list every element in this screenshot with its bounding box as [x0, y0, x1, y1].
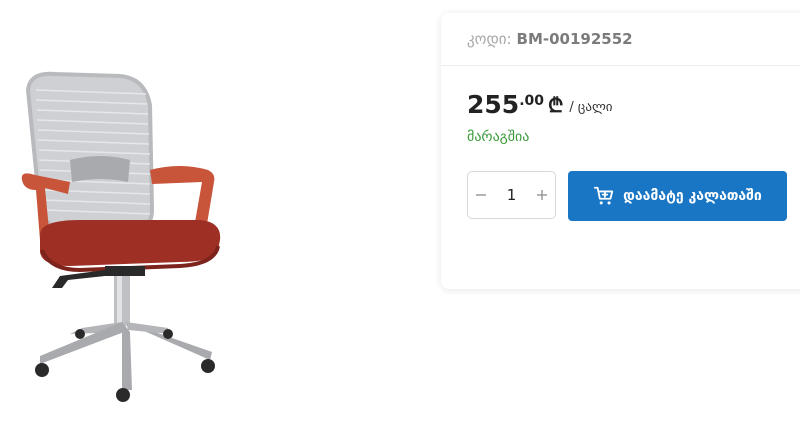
product-code-row: კოდი: BM-00192552 [441, 13, 800, 66]
currency-symbol: ₾ [548, 93, 564, 117]
add-to-cart-button[interactable]: დაამატე კალათაში [568, 171, 787, 221]
stock-status: მარაგშია [467, 129, 530, 145]
product-code-value: BM-00192552 [516, 30, 633, 48]
product-code-label: კოდი: [467, 30, 512, 48]
plus-icon [537, 190, 547, 200]
product-info-panel: კოდი: BM-00192552 255 .00 ₾ / ცალი მარაგ… [441, 13, 800, 289]
minus-icon [476, 194, 486, 196]
office-chair-illustration [21, 71, 221, 402]
price-cents: .00 [519, 93, 544, 109]
price-unit: / ცალი [569, 100, 613, 115]
quantity-input[interactable] [496, 186, 527, 204]
cart-icon [593, 185, 615, 207]
increase-quantity-button[interactable] [529, 172, 555, 218]
add-to-cart-label: დაამატე კალათაში [623, 188, 762, 204]
quantity-stepper [467, 171, 556, 219]
product-image[interactable] [10, 70, 230, 410]
decrease-quantity-button[interactable] [468, 172, 494, 218]
price-main: 255 [467, 90, 520, 119]
product-price: 255 .00 ₾ / ცალი [467, 89, 613, 124]
